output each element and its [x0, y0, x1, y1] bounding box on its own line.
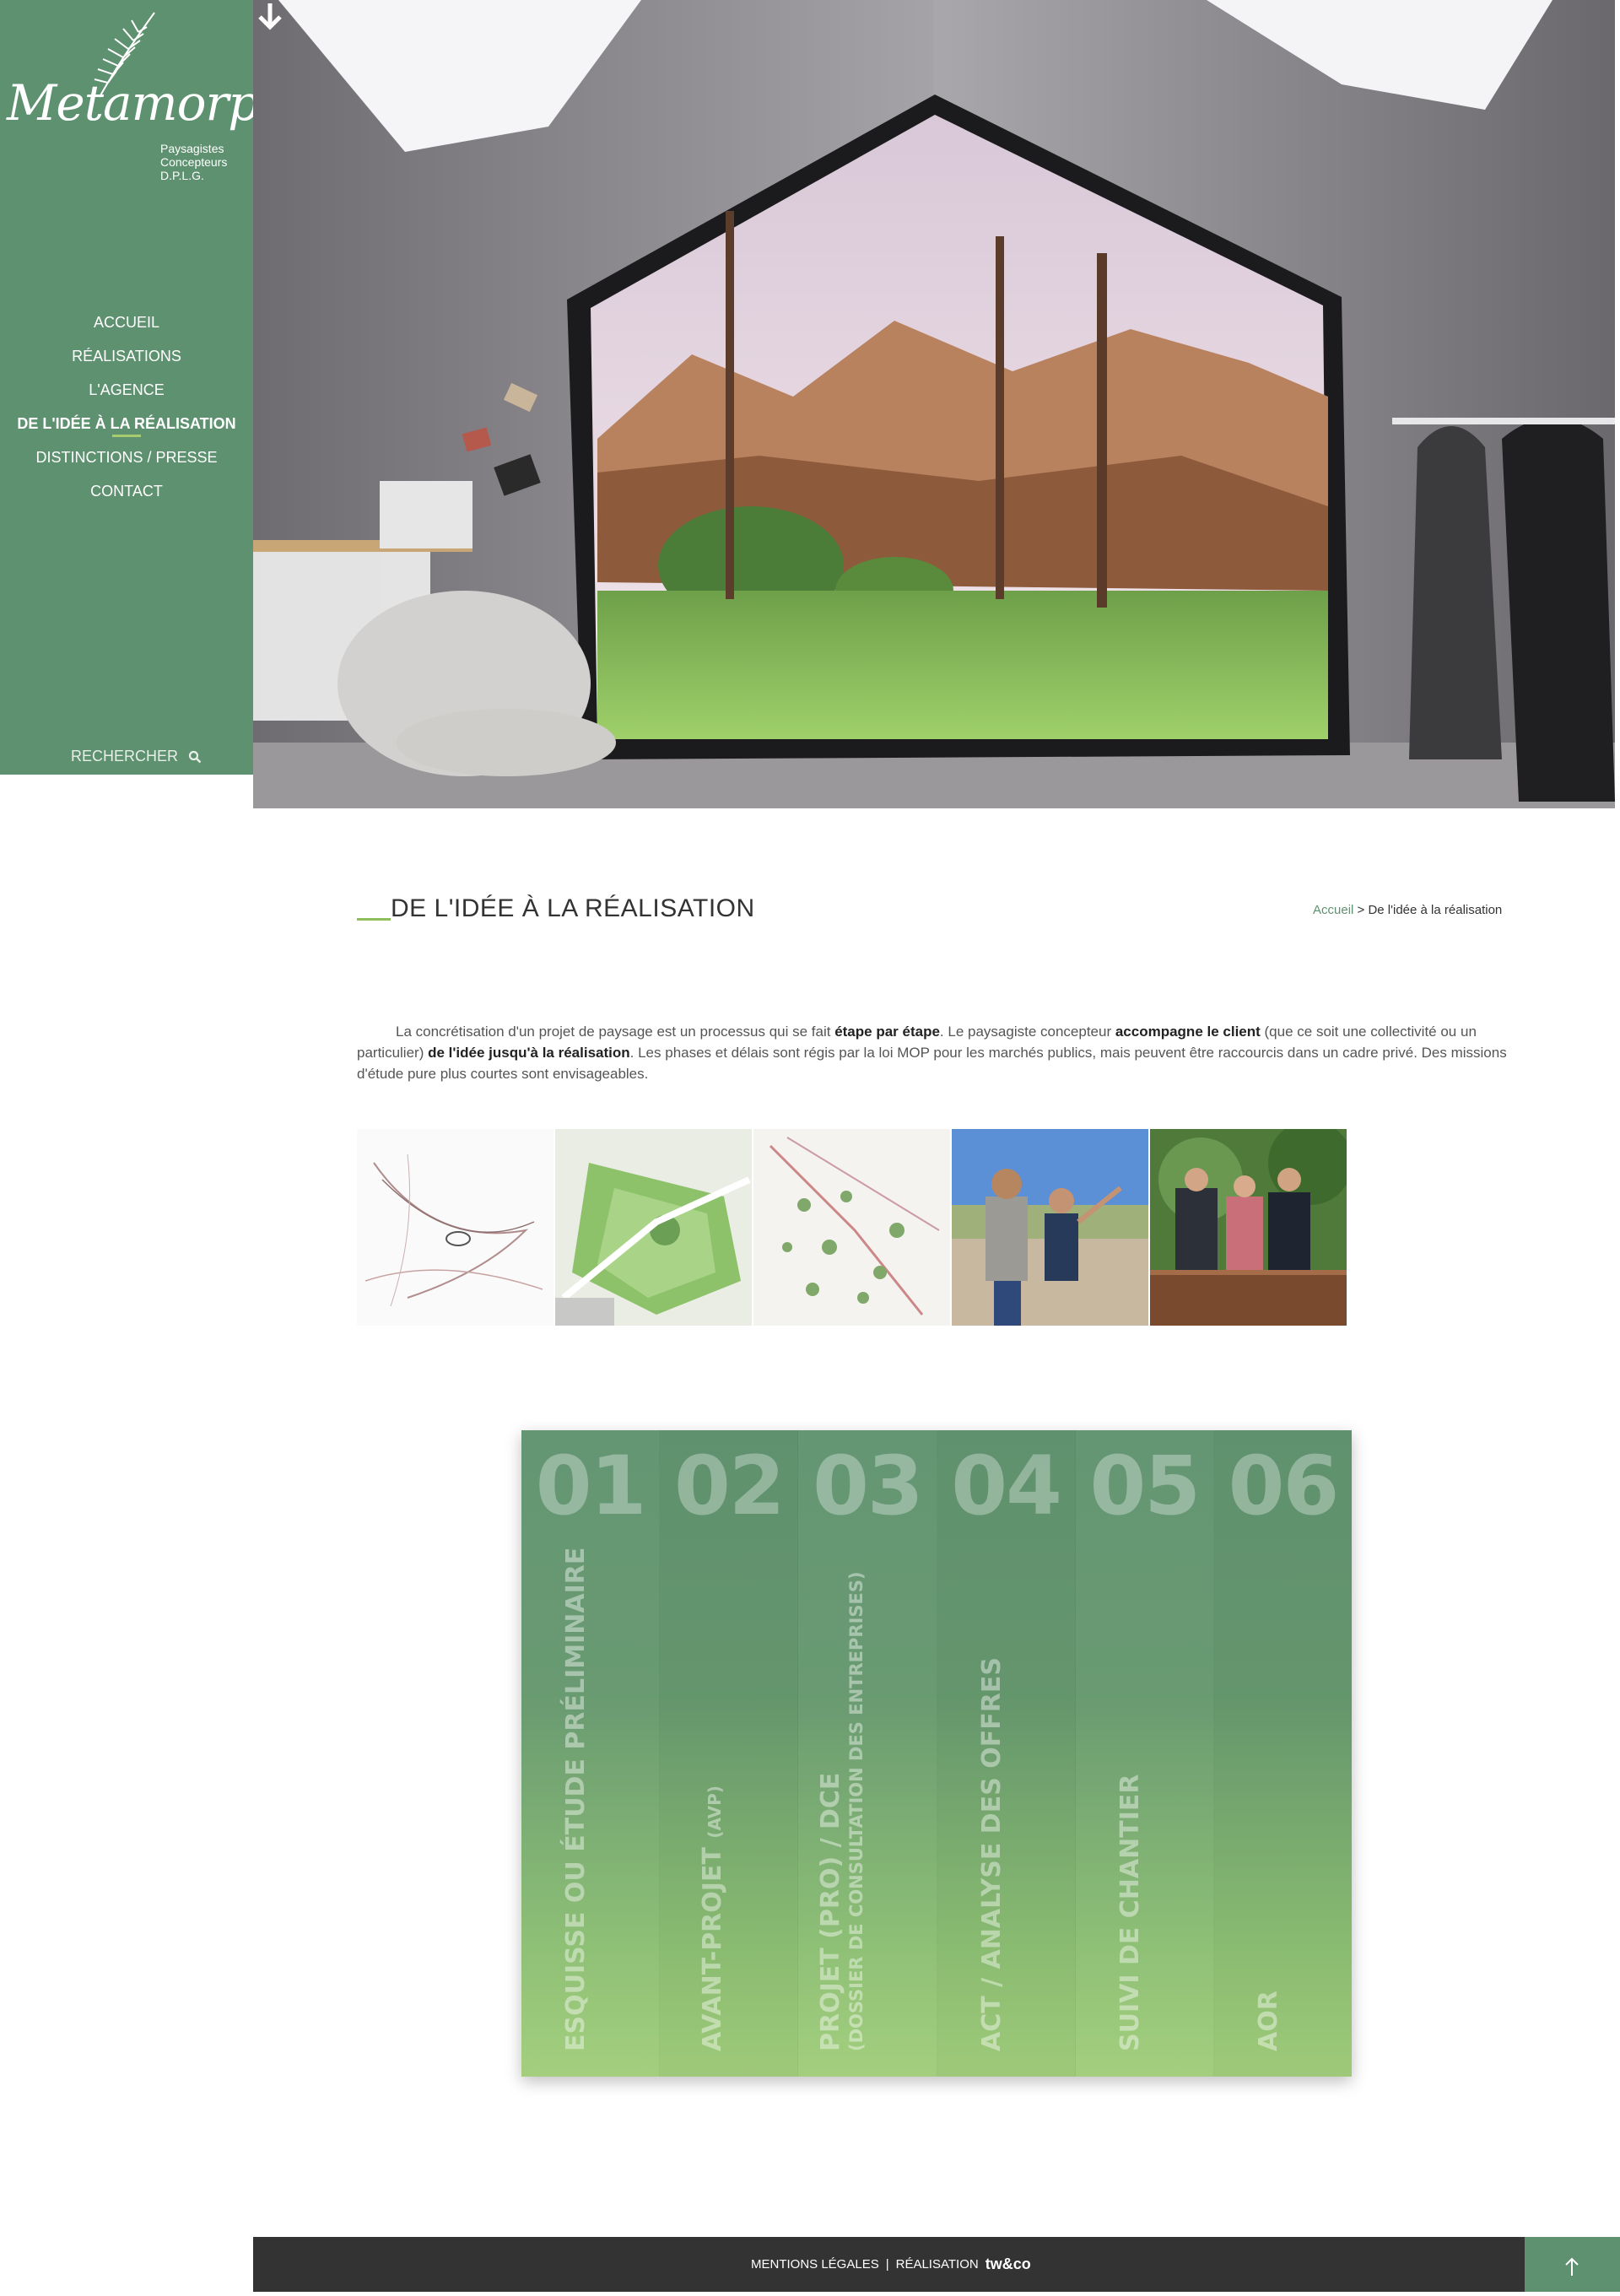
- nav-item-realisations[interactable]: RÉALISATIONS: [0, 339, 253, 373]
- step-title-text: ACT / ANALYSE DES OFFRES: [976, 1657, 1007, 2051]
- step-card[interactable]: 06 AOR: [1214, 1430, 1352, 2077]
- step-title: AVANT-PROJET (AVP): [698, 1785, 729, 2051]
- step-title-text: AOR: [1253, 1991, 1283, 2051]
- sidebar: Metamorphose Paysagistes Concepteurs D.P…: [0, 0, 371, 775]
- step-card[interactable]: 02 AVANT-PROJET (AVP): [660, 1430, 799, 2077]
- step-number: 01: [535, 1439, 647, 1533]
- footer-credit-label: RÉALISATION: [895, 2257, 979, 2272]
- thumbnail-gallery: [357, 1129, 1347, 1326]
- nav-item-distinctions[interactable]: DISTINCTIONS / PRESSE: [0, 440, 253, 474]
- intro-text: La concrétisation d'un projet de paysage…: [396, 1024, 835, 1040]
- back-to-top-button[interactable]: [1525, 2237, 1620, 2292]
- step-title-text: AVANT-PROJET: [698, 1838, 728, 2051]
- nav-item-accueil[interactable]: ACCUEIL: [0, 305, 253, 339]
- thumbnail-site-visit[interactable]: [952, 1129, 1148, 1326]
- step-card[interactable]: 03 PROJET (PRO) / DCE (DOSSIER DE CONSULT…: [798, 1430, 937, 2077]
- logo[interactable]: Metamorphose Paysagistes Concepteurs D.P…: [7, 8, 371, 182]
- hero-illustration: [253, 0, 1615, 808]
- step-title-text: PROJET (PRO) / DCE: [816, 1772, 846, 2051]
- breadcrumb: Accueil > De l'idée à la réalisation: [1313, 903, 1502, 917]
- step-title: SUIVI DE CHANTIER: [1115, 1774, 1145, 2051]
- intro-emphasis: étape par étape: [834, 1024, 940, 1040]
- step-title-text: ESQUISSE OU ÉTUDE PRÉLIMINAIRE: [561, 1547, 591, 2051]
- step-title-abbrev: (AVP): [705, 1785, 726, 1839]
- main-nav: ACCUEIL RÉALISATIONS L'AGENCE DE L'IDÉE …: [0, 305, 253, 508]
- footer-links: MENTIONS LÉGALES | RÉALISATION tw&co: [751, 2255, 1031, 2273]
- thumbnail-sketch[interactable]: [357, 1129, 554, 1326]
- title-accent-bar: [357, 918, 391, 921]
- step-subtitle: (DOSSIER DE CONSULTATION DES ENTREPRISES…: [846, 1571, 867, 2051]
- step-card[interactable]: 01 ESQUISSE OU ÉTUDE PRÉLIMINAIRE: [521, 1430, 661, 2077]
- breadcrumb-current: De l'idée à la réalisation: [1368, 903, 1503, 917]
- step-card[interactable]: 05 SUIVI DE CHANTIER: [1076, 1430, 1214, 2077]
- breadcrumb-separator: >: [1357, 903, 1365, 917]
- nav-item-label: DE L'IDÉE À LA RÉALISATION: [17, 415, 236, 432]
- thumbnail-plan-detail[interactable]: [753, 1129, 950, 1326]
- nav-item-agence[interactable]: L'AGENCE: [0, 373, 253, 407]
- intro-emphasis: de l'idée jusqu'à la réalisation: [428, 1045, 630, 1061]
- active-indicator: [112, 435, 141, 437]
- step-number: 04: [951, 1439, 1062, 1533]
- hero-image: [253, 0, 1615, 808]
- step-number: 03: [813, 1439, 924, 1533]
- brand-tagline: Paysagistes Concepteurs D.P.L.G.: [160, 142, 227, 182]
- scroll-down-icon[interactable]: [253, 0, 287, 34]
- tagline-line: Paysagistes: [160, 142, 224, 155]
- arrow-up-icon: [1565, 2257, 1579, 2276]
- agency-link[interactable]: tw&co: [986, 2255, 1031, 2273]
- tagline-line: D.P.L.G.: [160, 169, 204, 182]
- intro-emphasis: accompagne le client: [1115, 1024, 1261, 1040]
- process-steps: 01 ESQUISSE OU ÉTUDE PRÉLIMINAIRE 02 AVA…: [521, 1430, 1352, 2077]
- step-title: AOR: [1253, 1991, 1283, 2051]
- search-icon: [188, 750, 202, 763]
- step-title: PROJET (PRO) / DCE (DOSSIER DE CONSULTATI…: [816, 1571, 867, 2051]
- tagline-line: Concepteurs: [160, 155, 228, 169]
- step-title-text: SUIVI DE CHANTIER: [1115, 1774, 1145, 2051]
- page-title: DE L'IDÉE À LA RÉALISATION: [391, 894, 755, 922]
- step-title: ESQUISSE OU ÉTUDE PRÉLIMINAIRE: [561, 1547, 591, 2051]
- intro-text: . Le paysagiste concepteur: [939, 1024, 1115, 1040]
- search-label: RECHERCHER: [71, 748, 179, 764]
- nav-item-idee-realisation[interactable]: DE L'IDÉE À LA RÉALISATION: [0, 407, 253, 440]
- footer-separator: |: [885, 2257, 889, 2272]
- intro-paragraph: La concrétisation d'un projet de paysage…: [357, 1021, 1513, 1084]
- nav-item-contact[interactable]: CONTACT: [0, 474, 253, 508]
- step-card[interactable]: 04 ACT / ANALYSE DES OFFRES: [937, 1430, 1076, 2077]
- step-number: 06: [1228, 1439, 1340, 1533]
- step-title: ACT / ANALYSE DES OFFRES: [976, 1657, 1007, 2051]
- brand-name: Metamorphose: [7, 74, 371, 132]
- footer: MENTIONS LÉGALES | RÉALISATION tw&co: [253, 2237, 1620, 2292]
- thumbnail-ribbon-cutting[interactable]: [1150, 1129, 1347, 1326]
- thumbnail-plan-color[interactable]: [555, 1129, 752, 1326]
- step-number: 02: [673, 1439, 786, 1533]
- search-button[interactable]: RECHERCHER: [71, 748, 202, 765]
- legal-notice-link[interactable]: MENTIONS LÉGALES: [751, 2257, 879, 2272]
- breadcrumb-home-link[interactable]: Accueil: [1313, 903, 1353, 917]
- step-number: 05: [1089, 1439, 1201, 1533]
